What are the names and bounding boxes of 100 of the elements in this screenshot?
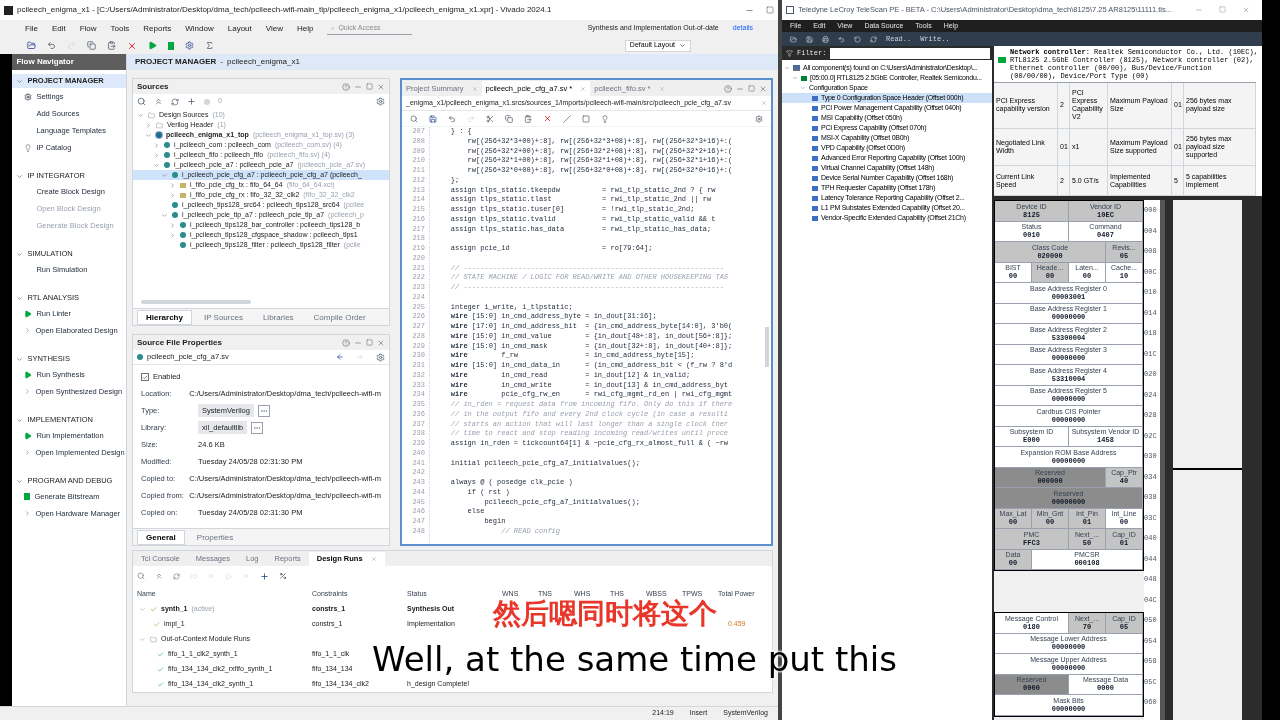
chevron-right-icon[interactable] bbox=[169, 231, 176, 239]
menu-item[interactable]: Layout bbox=[227, 22, 252, 35]
chevron-down-icon[interactable] bbox=[16, 477, 24, 485]
chevron-down-icon[interactable] bbox=[16, 250, 24, 258]
cut-icon[interactable] bbox=[486, 114, 494, 123]
back-icon[interactable] bbox=[336, 353, 344, 361]
chevron-down-icon[interactable] bbox=[16, 294, 24, 302]
scrollbar[interactable] bbox=[141, 300, 251, 304]
chevron-down-icon[interactable] bbox=[161, 171, 168, 179]
chevron-down-icon[interactable] bbox=[16, 416, 24, 424]
refresh-icon[interactable] bbox=[173, 572, 180, 580]
chevron-down-icon[interactable] bbox=[153, 161, 160, 169]
percent-icon[interactable] bbox=[279, 572, 287, 580]
reload-icon[interactable] bbox=[854, 35, 861, 43]
scrollbar[interactable] bbox=[765, 327, 769, 367]
previous-icon[interactable] bbox=[207, 572, 215, 580]
more-button[interactable] bbox=[257, 404, 270, 417]
more-button[interactable] bbox=[251, 421, 264, 434]
collapse-all-icon[interactable] bbox=[155, 572, 163, 580]
settings-icon[interactable] bbox=[376, 352, 385, 362]
chevron-down-icon[interactable] bbox=[145, 131, 152, 139]
close-icon[interactable] bbox=[1242, 6, 1250, 14]
print-icon[interactable] bbox=[822, 35, 829, 43]
settings-icon[interactable] bbox=[376, 97, 385, 106]
maximize-icon[interactable] bbox=[366, 339, 373, 346]
minimize-icon[interactable] bbox=[1195, 6, 1203, 14]
menu-item[interactable]: Tools bbox=[110, 22, 130, 35]
enabled-checkbox[interactable] bbox=[141, 373, 149, 381]
panel-tab[interactable]: Hierarchy bbox=[137, 310, 192, 325]
copy-icon[interactable] bbox=[505, 114, 513, 123]
panel-tab[interactable]: Properties bbox=[188, 530, 242, 545]
filter-field[interactable] bbox=[830, 47, 991, 59]
comment-toggle-icon[interactable] bbox=[563, 114, 571, 123]
next-icon[interactable] bbox=[242, 572, 250, 580]
chevron-down-icon[interactable] bbox=[161, 211, 168, 219]
panel-tab[interactable]: IP Sources bbox=[195, 310, 251, 325]
menu-item[interactable]: Help bbox=[296, 22, 314, 35]
menu-item[interactable]: Reports bbox=[143, 22, 172, 35]
scrollbar[interactable] bbox=[1160, 200, 1165, 720]
chevron-down-icon[interactable] bbox=[137, 111, 144, 119]
search-icon[interactable] bbox=[410, 114, 418, 123]
undo-icon[interactable] bbox=[47, 41, 56, 50]
run-icon[interactable] bbox=[148, 41, 157, 50]
close-icon[interactable] bbox=[370, 556, 377, 562]
filter-icon[interactable] bbox=[786, 49, 793, 57]
chevron-right-icon[interactable] bbox=[169, 221, 176, 229]
menu-item[interactable]: Edit bbox=[51, 22, 66, 35]
bitstream-icon[interactable] bbox=[168, 41, 174, 50]
save-icon[interactable] bbox=[429, 114, 437, 123]
delete-icon[interactable] bbox=[127, 40, 137, 51]
help-icon[interactable] bbox=[724, 84, 732, 93]
menu-item[interactable]: File bbox=[25, 22, 38, 35]
help-icon[interactable] bbox=[342, 338, 350, 347]
refresh-icon[interactable] bbox=[870, 35, 877, 43]
maximize-icon[interactable] bbox=[1219, 6, 1226, 13]
maximize-icon[interactable] bbox=[366, 83, 373, 90]
chevron-down-icon[interactable] bbox=[139, 606, 146, 613]
maximize-icon[interactable] bbox=[766, 5, 774, 14]
bulb-icon[interactable] bbox=[601, 114, 609, 123]
add-icon[interactable] bbox=[187, 97, 196, 106]
close-icon[interactable] bbox=[759, 84, 767, 93]
add-icon[interactable] bbox=[260, 571, 269, 581]
settings-icon[interactable] bbox=[185, 41, 194, 50]
close-icon[interactable] bbox=[377, 338, 385, 347]
redo-icon[interactable] bbox=[67, 41, 76, 50]
chevron-right-icon[interactable] bbox=[153, 151, 160, 159]
close-icon[interactable] bbox=[761, 100, 767, 106]
chevron-down-icon[interactable] bbox=[16, 172, 24, 180]
chevron-right-icon[interactable] bbox=[153, 141, 160, 149]
panel-tab[interactable]: Compile Order bbox=[305, 310, 374, 325]
collapse-all-icon[interactable] bbox=[154, 97, 163, 106]
chevron-right-icon[interactable] bbox=[169, 181, 176, 189]
menu-item[interactable]: View bbox=[265, 22, 283, 35]
search-icon[interactable] bbox=[137, 97, 146, 106]
delete-icon[interactable] bbox=[543, 114, 552, 123]
panel-tab[interactable]: Libraries bbox=[254, 310, 302, 325]
chevron-right-icon[interactable] bbox=[145, 121, 152, 129]
menu-item[interactable]: Window bbox=[185, 22, 214, 35]
chevron-down-icon[interactable] bbox=[16, 77, 24, 85]
undo-icon[interactable] bbox=[838, 35, 845, 43]
paste-icon[interactable] bbox=[107, 41, 116, 50]
refresh-icon[interactable] bbox=[171, 97, 179, 106]
close-icon[interactable] bbox=[471, 85, 478, 92]
copy-icon[interactable] bbox=[87, 41, 96, 50]
block-icon[interactable] bbox=[582, 114, 590, 123]
help-icon[interactable] bbox=[342, 82, 350, 91]
paste-icon[interactable] bbox=[524, 114, 532, 123]
sigma-icon[interactable] bbox=[205, 41, 214, 50]
forward-icon[interactable] bbox=[356, 353, 364, 361]
chevron-down-icon[interactable] bbox=[139, 636, 146, 643]
close-icon[interactable] bbox=[377, 82, 385, 91]
open-icon[interactable] bbox=[27, 41, 36, 50]
chevron-right-icon[interactable] bbox=[169, 191, 176, 199]
redo-icon[interactable] bbox=[467, 114, 475, 123]
maximize-icon[interactable] bbox=[748, 85, 755, 92]
undo-icon[interactable] bbox=[448, 114, 456, 123]
menu-item[interactable]: Flow bbox=[79, 22, 97, 35]
search-icon[interactable] bbox=[137, 572, 145, 580]
settings-icon[interactable] bbox=[755, 114, 763, 123]
close-icon[interactable] bbox=[580, 85, 587, 92]
